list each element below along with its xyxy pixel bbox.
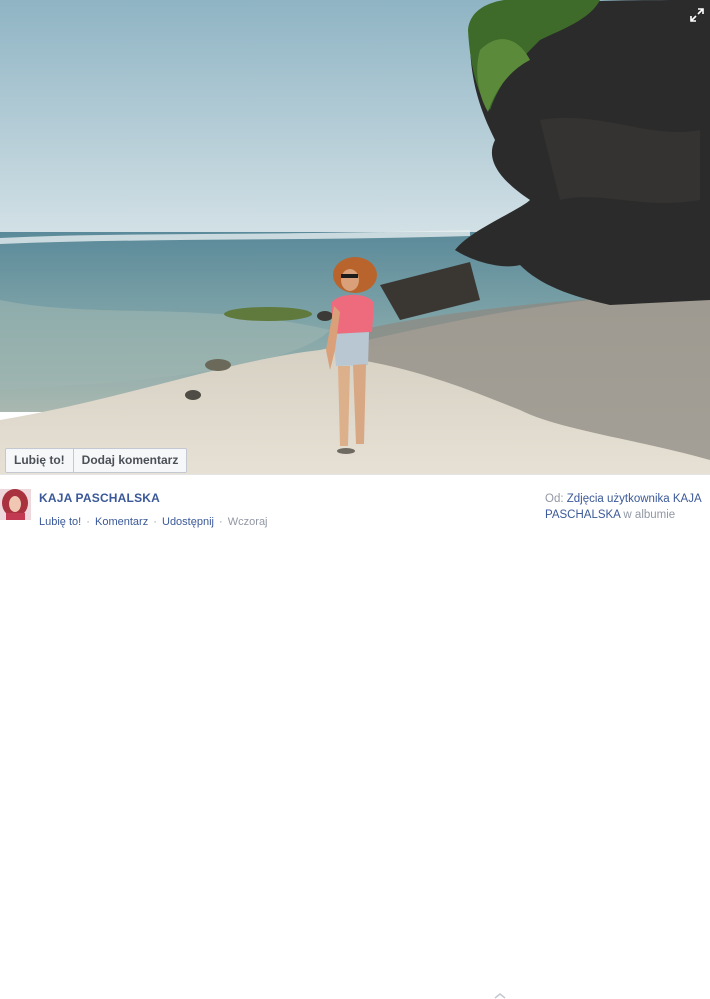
photo-action-buttons: Lubię to! Dodaj komentarz <box>5 448 188 473</box>
separator: · <box>219 516 223 528</box>
source-suffix: w albumie <box>623 509 676 521</box>
album-source: Od: Zdjęcia użytkownika KAJA PASCHALSKA … <box>545 491 710 523</box>
like-link[interactable]: Lubię to! <box>39 516 81 528</box>
post-actions: Lubię to! · Komentarz · Udostępnij · Wcz… <box>39 516 268 528</box>
avatar[interactable] <box>0 489 31 520</box>
separator: · <box>153 516 157 528</box>
separator: · <box>86 516 90 528</box>
post-info-bar: KAJA PASCHALSKA Lubię to! · Komentarz · … <box>0 474 710 999</box>
beach-photo <box>0 0 710 474</box>
comment-link[interactable]: Komentarz <box>95 516 148 528</box>
like-button[interactable]: Lubię to! <box>6 449 73 472</box>
source-prefix: Od: <box>545 493 564 505</box>
post-timestamp: Wczoraj <box>227 516 268 528</box>
expand-icon[interactable] <box>690 8 704 22</box>
photo-viewer: Lubię to! Dodaj komentarz <box>0 0 710 474</box>
share-link[interactable]: Udostępnij <box>162 516 214 528</box>
author-name[interactable]: KAJA PASCHALSKA <box>39 491 160 505</box>
add-comment-button[interactable]: Dodaj komentarz <box>72 449 187 472</box>
scroll-indicator-icon <box>494 993 506 999</box>
